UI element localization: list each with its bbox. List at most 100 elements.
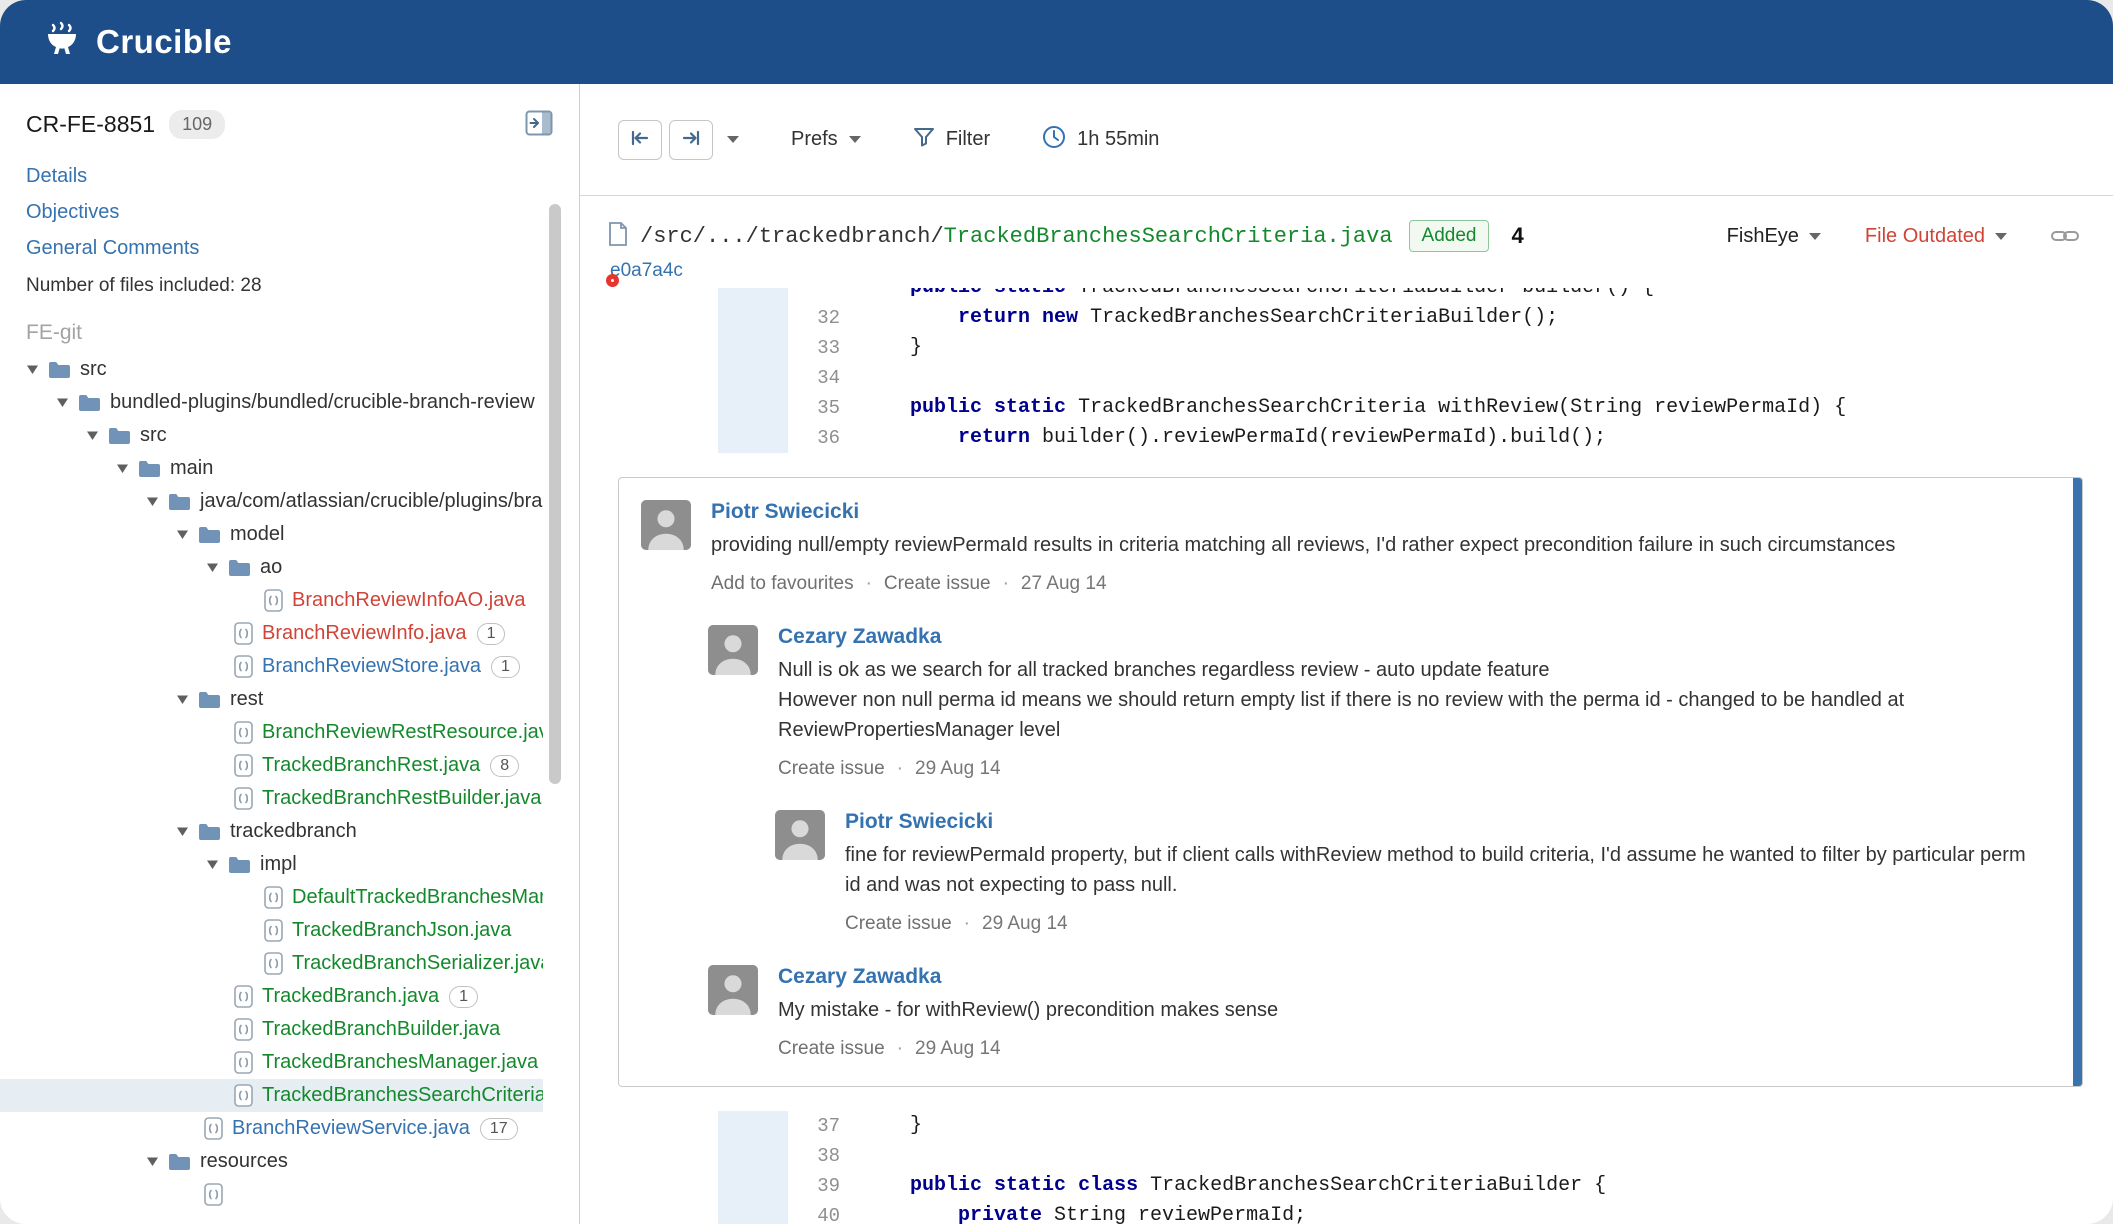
revision-link[interactable]: e0a7a4c (610, 260, 683, 281)
tree-file[interactable]: TrackedBranch.java 1 (0, 980, 543, 1013)
sidebar-link-details[interactable]: Details (26, 165, 553, 188)
tree-folder[interactable]: ao (0, 551, 543, 584)
tree-file[interactable]: TrackedBranchSerializer.java (0, 947, 543, 980)
twisty-icon[interactable] (176, 694, 198, 705)
twisty-icon[interactable] (206, 562, 228, 573)
file-outdated-dropdown[interactable]: File Outdated (1865, 225, 2007, 248)
tree-folder[interactable]: trackedbranch (0, 815, 543, 848)
permalink-icon[interactable] (2051, 229, 2079, 243)
filter-button[interactable]: Filter (913, 127, 990, 153)
twisty-icon[interactable] (146, 496, 168, 507)
tree-file[interactable]: TrackedBranchJson.java (0, 914, 543, 947)
review-timer[interactable]: 1h 55min (1042, 125, 1159, 155)
java-file-icon (234, 1084, 253, 1107)
code-line[interactable]: 32 return new TrackedBranchesSearchCrite… (600, 303, 2083, 333)
code-token: static (994, 396, 1067, 419)
revision-row: e0a7a4c (610, 260, 2083, 282)
gutter-old (600, 423, 718, 453)
tree-file[interactable]: DefaultTrackedBranchesManager.java (0, 881, 543, 914)
tree-file[interactable]: BranchReviewInfo.java 1 (0, 617, 543, 650)
twisty-icon[interactable] (206, 859, 228, 870)
code-line[interactable]: 35 public static TrackedBranchesSearchCr… (600, 393, 2083, 423)
separator-dot: · (865, 573, 872, 594)
sidebar-scrollbar[interactable] (549, 204, 561, 784)
code-token: } (862, 1114, 923, 1137)
tree-item-label: bundled-plugins/bundled/crucible-branch-… (110, 391, 535, 413)
tree-folder[interactable]: bundled-plugins/bundled/crucible-branch-… (0, 386, 543, 419)
tree-file[interactable]: BranchReviewStore.java 1 (0, 650, 543, 683)
collapse-sidebar-button[interactable] (525, 110, 553, 139)
twisty-icon[interactable] (176, 826, 198, 837)
comment-action-add-to-favourites[interactable]: Add to favourites (711, 573, 854, 595)
code-line[interactable]: 33 } (600, 333, 2083, 363)
tree-folder[interactable]: java/com/atlassian/crucible/plugins/bran… (0, 485, 543, 518)
comment-author-link[interactable]: Cezary Zawadka (778, 965, 941, 989)
comment: Cezary Zawadka Null is ok as we search fo… (708, 625, 2036, 780)
tree-file[interactable]: TrackedBranchRestBuilder.java (0, 782, 543, 815)
comment-action-create-issue[interactable]: Create issue (845, 913, 952, 935)
twisty-icon[interactable] (146, 1156, 168, 1167)
code-token: public (910, 1174, 983, 1197)
tree-folder[interactable]: main (0, 452, 543, 485)
tree-item-label: TrackedBranchRestBuilder.java (262, 787, 542, 809)
code-token: return (958, 426, 1031, 449)
twisty-icon[interactable] (116, 463, 138, 474)
twisty-icon[interactable] (26, 364, 48, 375)
comment-count-badge: 17 (479, 1117, 518, 1140)
tree-item-label: DefaultTrackedBranchesManager.java (292, 886, 543, 908)
code-text: return builder().reviewPermaId(reviewPer… (862, 423, 1606, 453)
code-token: return (958, 306, 1031, 329)
code-line[interactable]: 39 public static class TrackedBranchesSe… (600, 1171, 2083, 1201)
code-line[interactable]: 36 return builder().reviewPermaId(review… (600, 423, 2083, 453)
tree-file[interactable]: BranchReviewRestResource.java (0, 716, 543, 749)
code-line[interactable]: public static TrackedBranchesSearchCrite… (600, 288, 2083, 303)
tree-file[interactable] (0, 1178, 543, 1211)
tree-folder[interactable]: src (0, 419, 543, 452)
line-number: 35 (817, 397, 840, 419)
java-file-icon (234, 721, 253, 744)
tree-folder[interactable]: rest (0, 683, 543, 716)
code-text: public static class TrackedBranchesSearc… (862, 1171, 1606, 1201)
avatar (708, 625, 758, 675)
crucible-brand[interactable]: Crucible (42, 20, 232, 65)
tree-file[interactable]: TrackedBranchesManager.java (0, 1046, 543, 1079)
tree-file[interactable]: BranchReviewInfoAO.java (0, 584, 543, 617)
tree-folder[interactable]: resources (0, 1145, 543, 1178)
comment-author-link[interactable]: Cezary Zawadka (778, 625, 941, 649)
sidebar-link-general-comments[interactable]: General Comments (26, 237, 553, 260)
fisheye-dropdown[interactable]: FishEye (1727, 225, 1821, 248)
comment-author-link[interactable]: Piotr Swiecicki (711, 500, 859, 524)
comment-action-create-issue[interactable]: Create issue (778, 758, 885, 780)
tree-folder[interactable]: src (0, 353, 543, 386)
twisty-icon[interactable] (176, 529, 198, 540)
java-file-icon (234, 985, 253, 1008)
next-file-button[interactable] (669, 119, 713, 160)
sidebar-link-objectives[interactable]: Objectives (26, 201, 553, 224)
prefs-dropdown[interactable]: Prefs (791, 128, 861, 151)
code-token: class (1078, 1174, 1139, 1197)
tree-file[interactable]: TrackedBranchRest.java 8 (0, 749, 543, 782)
java-file-icon (264, 919, 283, 942)
comment-author-link[interactable]: Piotr Swiecicki (845, 810, 993, 834)
tree-file[interactable]: TrackedBranchesSearchCriteria.java (0, 1079, 543, 1112)
comment-count-badge: 1 (476, 622, 506, 645)
tree-folder[interactable]: model (0, 518, 543, 551)
tree-folder[interactable]: impl (0, 848, 543, 881)
file-list-dropdown-chevron-down-icon[interactable] (727, 136, 739, 143)
twisty-icon[interactable] (86, 430, 108, 441)
comment-action-create-issue[interactable]: Create issue (778, 1038, 885, 1060)
tree-file[interactable]: BranchReviewService.java 17 (0, 1112, 543, 1145)
tree-file[interactable]: TrackedBranchBuilder.java (0, 1013, 543, 1046)
code-line[interactable]: 34 (600, 363, 2083, 393)
code-line[interactable]: 38 (600, 1141, 2083, 1171)
code-token: private (958, 1204, 1043, 1224)
gutter-old (600, 363, 718, 393)
code-line[interactable]: 37 } (600, 1111, 2083, 1141)
twisty-icon[interactable] (56, 397, 78, 408)
comment-action-create-issue[interactable]: Create issue (884, 573, 991, 595)
code-line[interactable]: 40 private String reviewPermaId; (600, 1201, 2083, 1224)
prev-file-button[interactable] (618, 119, 662, 160)
tree-item-label: TrackedBranch.java (262, 985, 440, 1007)
